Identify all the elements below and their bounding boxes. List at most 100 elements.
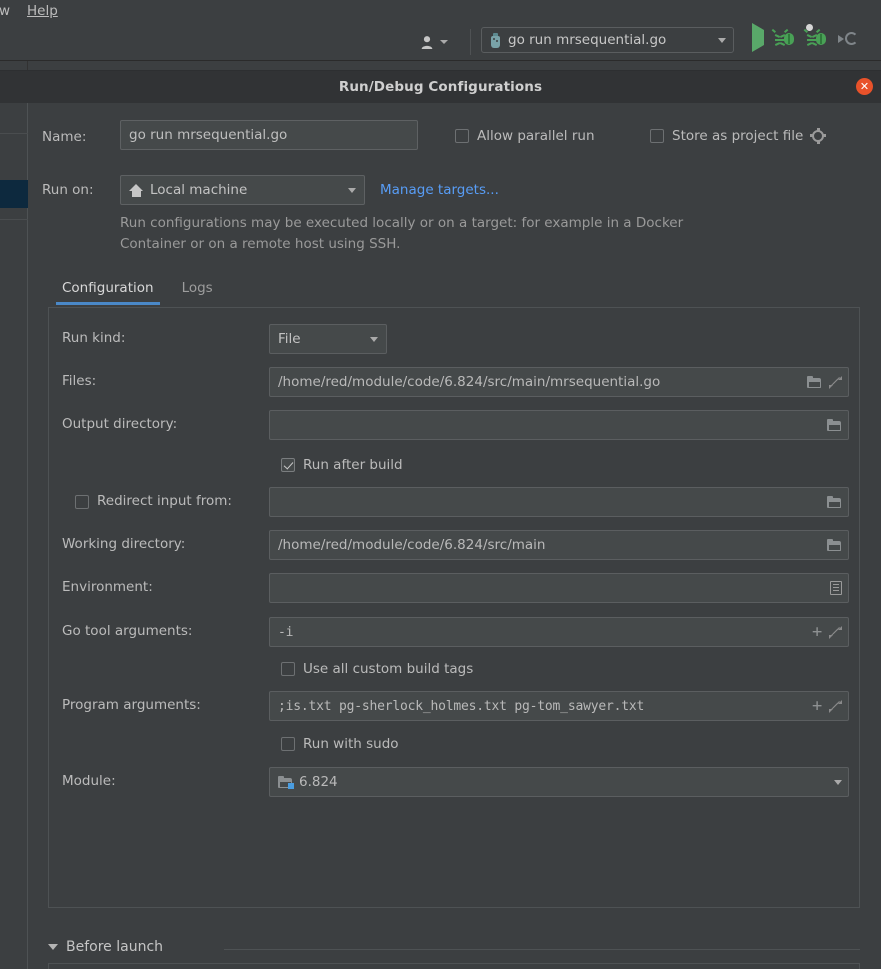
run-on-label: Run on: [42, 182, 94, 198]
environment-row: Environment: [49, 573, 861, 603]
store-as-project-file-checkbox-row[interactable]: Store as project file [650, 128, 827, 144]
folder-icon[interactable] [827, 496, 842, 508]
before-launch-title: Before launch [66, 939, 164, 955]
chevron-down-icon [440, 40, 448, 44]
dialog-title: Run/Debug Configurations [338, 79, 543, 95]
custom-build-tags-checkbox[interactable] [281, 662, 295, 676]
output-directory-input[interactable] [269, 410, 849, 440]
run-configuration-combo[interactable]: go run mrsequential.go [481, 27, 734, 53]
run-kind-label: Run kind: [62, 330, 126, 346]
run-with-sudo-checkbox[interactable] [281, 737, 295, 751]
before-launch-divider [224, 949, 860, 950]
close-icon[interactable]: ✕ [856, 78, 873, 95]
plus-icon[interactable]: + [812, 624, 822, 641]
menu-item-help-label: Help [27, 3, 58, 19]
output-directory-label: Output directory: [62, 416, 178, 432]
redirect-input-checkbox[interactable] [75, 495, 89, 509]
run-coverage-button[interactable] [803, 24, 832, 50]
run-on-help-text: Run configurations may be executed local… [120, 215, 684, 252]
program-arguments-label: Program arguments: [62, 697, 201, 713]
config-tree-selected-row[interactable] [0, 180, 28, 208]
dialog-left-pane [0, 103, 28, 969]
program-arguments-row: Program arguments: ;is.txt pg-sherlock_h… [49, 691, 861, 721]
run-with-sudo-checkbox-row[interactable]: Run with sudo [281, 736, 399, 752]
tab-configuration[interactable]: Configuration [48, 275, 168, 305]
menu-item-window-label: w [0, 3, 11, 19]
store-as-project-file-label: Store as project file [672, 128, 804, 144]
plus-icon[interactable]: + [812, 698, 822, 715]
allow-parallel-run-checkbox[interactable] [455, 129, 469, 143]
module-folder-icon [278, 776, 294, 789]
dialog-title-bar: Run/Debug Configurations [0, 71, 881, 103]
files-label: Files: [62, 373, 97, 389]
go-tool-arguments-row: Go tool arguments: -i + [49, 617, 861, 647]
working-directory-label: Working directory: [62, 536, 186, 552]
folder-icon[interactable] [827, 419, 842, 431]
menu-item-window-partial[interactable]: w [0, 2, 13, 20]
run-kind-row: Run kind: File [49, 324, 861, 354]
chevron-down-icon[interactable] [48, 944, 58, 950]
environment-input[interactable] [269, 573, 849, 603]
play-icon [752, 23, 764, 52]
tab-logs-label: Logs [181, 280, 213, 296]
working-directory-input[interactable]: /home/red/module/code/6.824/src/main [269, 530, 849, 560]
name-label: Name: [42, 129, 87, 145]
run-after-build-checkbox[interactable] [281, 458, 295, 472]
run-kind-combo[interactable]: File [269, 324, 387, 354]
allow-parallel-run-label: Allow parallel run [477, 128, 595, 144]
tab-logs[interactable]: Logs [168, 275, 227, 305]
go-file-icon [489, 32, 502, 48]
name-row: Name: [42, 122, 86, 152]
go-tool-arguments-value: -i [278, 624, 294, 640]
run-on-combo[interactable]: Local machine [120, 175, 365, 205]
files-row: Files: /home/red/module/code/6.824/src/m… [49, 367, 861, 397]
go-tool-arguments-input[interactable]: -i + [269, 617, 849, 647]
before-launch-toolbar: + − [49, 964, 859, 969]
run-on-value: Local machine [150, 182, 248, 198]
files-input[interactable]: /home/red/module/code/6.824/src/main/mrs… [269, 367, 849, 397]
expand-icon[interactable] [829, 699, 842, 713]
run-after-build-checkbox-row[interactable]: Run after build [281, 457, 403, 473]
custom-build-tags-checkbox-row[interactable]: Use all custom build tags [281, 661, 473, 677]
before-launch-header[interactable]: Before launch [48, 939, 163, 955]
chevron-down-icon [348, 187, 356, 193]
folder-icon[interactable] [827, 539, 842, 551]
expand-icon[interactable] [829, 625, 842, 639]
toolbar-separator [470, 29, 471, 55]
user-profile-icon [421, 35, 433, 49]
run-with-sudo-label: Run with sudo [303, 736, 399, 752]
environment-label: Environment: [62, 579, 153, 595]
expand-icon[interactable] [829, 375, 842, 389]
redirect-input-field[interactable] [269, 487, 849, 517]
dialog-content: Name: go run mrsequential.go Allow paral… [28, 103, 881, 969]
go-tool-arguments-label: Go tool arguments: [62, 623, 193, 639]
program-arguments-input[interactable]: ;is.txt pg-sherlock_holmes.txt pg-tom_sa… [269, 691, 849, 721]
chevron-down-icon [718, 37, 726, 43]
run-debug-configurations-dialog: Run/Debug Configurations ✕ Name: go run … [0, 70, 881, 969]
rerun-button[interactable] [838, 30, 864, 50]
run-on-row: Run on: [42, 182, 94, 198]
name-input[interactable]: go run mrsequential.go [120, 120, 418, 150]
run-configuration-label: go run mrsequential.go [508, 32, 667, 48]
menu-item-help[interactable]: Help [24, 2, 61, 20]
configuration-panel: Run kind: File Files: /home/red/module/c… [48, 307, 860, 908]
chevron-down-icon [834, 779, 842, 785]
toolbar-actions [748, 23, 864, 54]
gear-icon[interactable] [810, 128, 827, 144]
dialog-body: Name: go run mrsequential.go Allow paral… [0, 103, 881, 969]
redirect-input-label: Redirect input from: [97, 493, 232, 509]
output-directory-row: Output directory: [49, 410, 861, 440]
environment-variables-icon[interactable] [830, 581, 842, 595]
debug-button[interactable] [771, 28, 800, 50]
profile-selector[interactable] [421, 31, 461, 53]
module-combo[interactable]: 6.824 [269, 767, 849, 797]
screen: w Help go run mrsequential.go Run/Debug … [0, 0, 881, 969]
run-kind-value: File [278, 331, 301, 347]
store-as-project-file-checkbox[interactable] [650, 129, 664, 143]
tab-configuration-label: Configuration [62, 280, 154, 296]
run-button[interactable] [748, 23, 768, 52]
folder-icon[interactable] [807, 376, 822, 388]
manage-targets-link[interactable]: Manage targets... [380, 182, 499, 198]
module-row: Module: 6.824 [49, 767, 861, 797]
allow-parallel-run-checkbox-row[interactable]: Allow parallel run [455, 128, 595, 144]
